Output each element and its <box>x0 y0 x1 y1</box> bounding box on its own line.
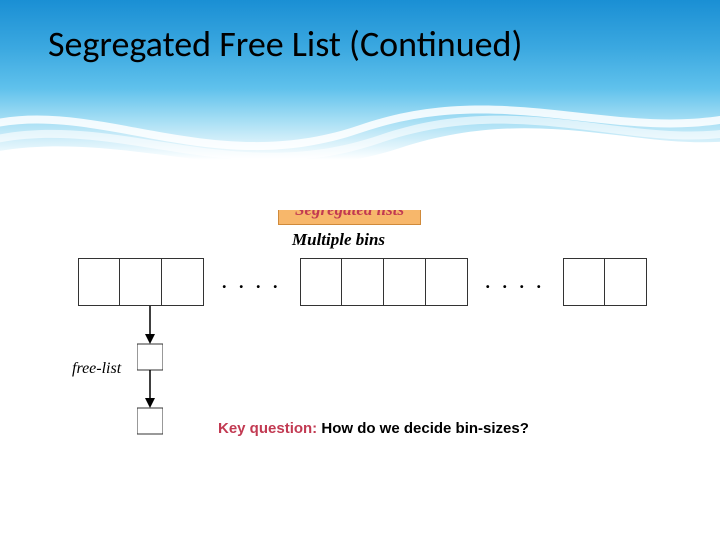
slide-title: Segregated Free List (Continued) <box>48 22 522 66</box>
linked-list-arrows <box>137 306 163 436</box>
free-list-column <box>137 306 163 441</box>
key-question-text: How do we decide bin-sizes? <box>321 420 529 437</box>
ellipsis: . . . . <box>222 272 282 293</box>
bin-box <box>563 258 605 306</box>
bin-box <box>384 258 426 306</box>
bin-box <box>120 258 162 306</box>
key-question: Key question: How do we decide bin-sizes… <box>218 420 529 437</box>
bin-box <box>300 258 342 306</box>
bin-box <box>78 258 120 306</box>
bin-box <box>426 258 468 306</box>
subtitle: Multiple bins <box>292 230 385 250</box>
bin-box <box>342 258 384 306</box>
bins-row: . . . . . . . . <box>78 258 647 306</box>
bin-box <box>605 258 647 306</box>
key-question-label: Key question: <box>218 420 321 437</box>
ellipsis: . . . . <box>486 272 546 293</box>
bin-box <box>162 258 204 306</box>
wave-decoration <box>0 70 720 210</box>
free-list-label: free-list <box>72 360 121 378</box>
